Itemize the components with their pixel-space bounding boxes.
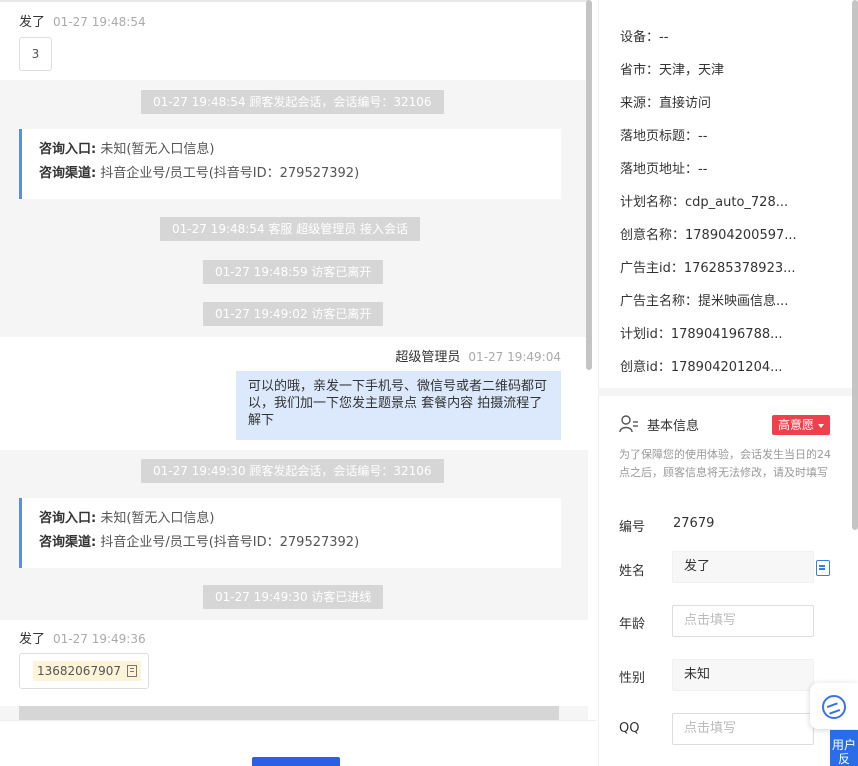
field-label-gender: 性别	[619, 671, 646, 686]
info-landing-url: 落地页地址：--	[620, 162, 708, 177]
name-field[interactable]: 发了	[672, 551, 814, 583]
info-device: 设备：--	[620, 30, 669, 45]
info-province: 省市：天津，天津	[620, 63, 725, 78]
chat-scrollbar[interactable]	[586, 0, 592, 370]
info-landing-title: 落地页标题：--	[620, 129, 708, 144]
consult-info-card: 咨询入口: 未知(暂无入口信息) 咨询渠道: 抖音企业号/员工号(抖音号ID：2…	[19, 498, 561, 568]
edit-notice: 为了保障您的使用体验，会话发生当日的24点之后，顾客信息将无法修改，请及时填写	[619, 448, 831, 479]
field-label-qq: QQ	[619, 721, 640, 736]
sender-name: 发了	[19, 15, 46, 30]
system-notice: 01-27 19:49:30 访客已进线	[203, 585, 384, 609]
system-notice: 01-27 19:49:30 顾客发起会话，会话编号：32106	[141, 459, 444, 483]
intent-level-dropdown[interactable]: 高意愿	[772, 415, 831, 435]
info-creative-name: 创意名称：178904200597...	[620, 228, 797, 243]
phone-message-bubble: 13682067907	[19, 653, 149, 689]
section-title: 基本信息	[647, 418, 700, 434]
gender-select[interactable]: 未知	[672, 659, 814, 691]
info-scrollbar[interactable]	[852, 0, 858, 530]
message-time: 01-27 19:48:54	[53, 15, 146, 29]
consult-channel-row: 咨询渠道: 抖音企业号/员工号(抖音号ID：279527392)	[39, 166, 360, 181]
sender-name: 发了	[19, 632, 46, 647]
intent-level-label: 高意愿	[778, 418, 815, 432]
user-list-icon	[619, 415, 638, 433]
agent-message-bubble: 可以的哦，亲发一下手机号、微信号或者二维码都可以，我们加一下您发主题景点 套餐内…	[236, 371, 561, 440]
basic-info-header: 基本信息	[619, 414, 699, 434]
sender-name: 超级管理员	[395, 350, 461, 365]
chat-panel: 发了 01-27 19:48:54 3 01-27 19:48:54 顾客发起会话…	[0, 0, 588, 720]
system-notice: 01-27 19:48:59 访客已离开	[203, 260, 384, 284]
customer-id-value: 27679	[673, 516, 715, 531]
phone-number-tag[interactable]: 13682067907	[33, 661, 141, 681]
system-notice: 01-27 19:48:54 顾客发起会话，会话编号：32106	[141, 90, 444, 114]
consult-entry-row: 咨询入口: 未知(暂无入口信息)	[39, 511, 215, 526]
send-button[interactable]	[252, 757, 340, 766]
feedback-button[interactable]: 用户反	[830, 730, 858, 766]
app-root: 发了 01-27 19:48:54 3 01-27 19:48:54 顾客发起会话…	[0, 0, 858, 766]
copy-icon[interactable]	[126, 665, 137, 677]
section-divider	[598, 388, 852, 396]
info-advertiser-name: 广告主名称：提米映画信息...	[620, 294, 789, 309]
visitor-message-bubble: 3	[19, 37, 52, 71]
field-label-name: 姓名	[619, 564, 646, 579]
system-notice: 01-27 19:48:54 客服 超级管理员 接入会话	[160, 217, 421, 241]
customer-info-panel: 设备：-- 省市：天津，天津 来源：直接访问 落地页标题：-- 落地页地址：--…	[598, 0, 858, 766]
info-plan-id: 计划id：178904196788...	[620, 327, 783, 342]
system-notice: 01-27 19:49:02 访客已离开	[203, 302, 384, 326]
message-time: 01-27 19:49:04	[468, 350, 561, 364]
consult-info-card: 咨询入口: 未知(暂无入口信息) 咨询渠道: 抖音企业号/员工号(抖音号ID：2…	[19, 129, 561, 199]
phone-number: 13682067907	[37, 664, 121, 678]
caret-down-icon	[818, 423, 825, 428]
field-label-id: 编号	[619, 520, 646, 535]
copy-icon[interactable]	[816, 560, 830, 576]
consult-entry-row: 咨询入口: 未知(暂无入口信息)	[39, 142, 215, 157]
field-label-age: 年龄	[619, 617, 646, 632]
system-notice-clipped	[19, 706, 559, 720]
visitor-message-header: 发了 01-27 19:49:36	[19, 628, 146, 647]
message-time: 01-27 19:49:36	[53, 632, 146, 646]
agent-message-header: 超级管理员 01-27 19:49:04	[395, 346, 561, 365]
service-logo-icon	[822, 695, 846, 719]
consult-channel-row: 咨询渠道: 抖音企业号/员工号(抖音号ID：279527392)	[39, 535, 360, 550]
age-field[interactable]: 点击填写	[672, 605, 814, 637]
info-advertiser-id: 广告主id：176285378923...	[620, 261, 796, 276]
info-source: 来源：直接访问	[620, 96, 712, 111]
service-float-button[interactable]	[810, 683, 858, 729]
info-plan-name: 计划名称：cdp_auto_728...	[620, 195, 789, 210]
qq-field[interactable]: 点击填写	[672, 713, 814, 745]
visitor-message-header: 发了 01-27 19:48:54	[19, 11, 146, 30]
info-creative-id: 创意id：178904201204...	[620, 360, 783, 375]
